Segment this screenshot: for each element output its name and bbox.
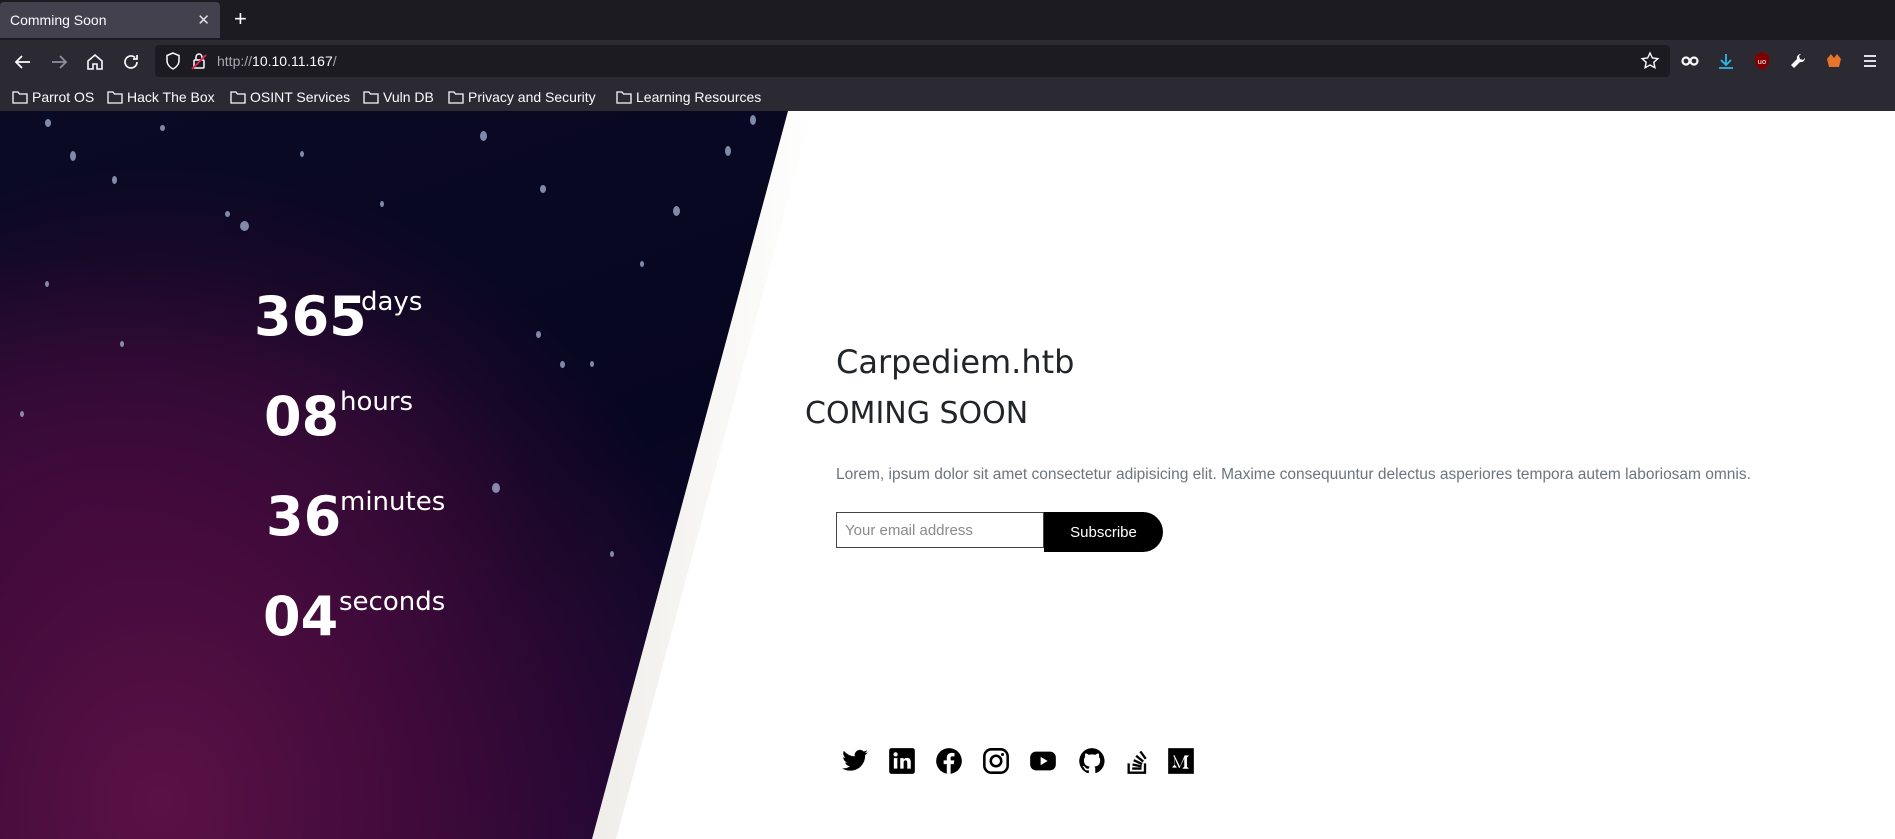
folder-icon (363, 91, 379, 104)
forward-arrow-icon[interactable] (49, 52, 69, 72)
description-text: Lorem, ipsum dolor sit amet consectetur … (836, 466, 1751, 483)
tab-title: Comming Soon (10, 12, 107, 28)
new-tab-button[interactable]: + (234, 6, 247, 32)
browser-tab[interactable]: Comming Soon ✕ (0, 2, 220, 38)
back-arrow-icon[interactable] (13, 52, 33, 72)
folder-icon (12, 91, 28, 104)
mask-extension-icon[interactable] (1680, 51, 1700, 71)
folder-icon (230, 91, 246, 104)
countdown-seconds-value: 04 (263, 585, 339, 648)
bookmark-label: Parrot OS (32, 89, 95, 105)
countdown-seconds-label: seconds (339, 587, 446, 617)
twitter-icon[interactable] (841, 747, 869, 775)
reload-icon[interactable] (121, 52, 141, 72)
svg-text:uo: uo (1758, 58, 1767, 66)
page-content: 365 days 08 hours 36 minutes 04 seconds … (0, 111, 1895, 839)
countdown-hours-label: hours (340, 387, 414, 417)
tab-bar: Comming Soon ✕ + (0, 0, 1895, 40)
bookmarks-toolbar: Parrot OS Hack The Box OSINT Services Vu… (0, 82, 1895, 112)
shield-icon[interactable] (165, 52, 181, 70)
hamburger-menu-icon[interactable] (1860, 51, 1880, 71)
url-path: / (332, 53, 337, 69)
countdown-background-panel (0, 111, 788, 839)
subscribe-button[interactable]: Subscribe (1044, 512, 1163, 552)
bookmark-label: Hack The Box (127, 89, 215, 105)
bookmark-label: Vuln DB (383, 89, 434, 105)
github-icon[interactable] (1078, 747, 1106, 775)
bookmark-star-icon[interactable] (1640, 51, 1660, 71)
bookmark-folder-parrot-os[interactable]: Parrot OS (12, 88, 94, 106)
linkedin-icon[interactable] (888, 747, 916, 775)
countdown-days-label: days (361, 287, 423, 317)
foxyproxy-icon[interactable] (1824, 51, 1844, 71)
countdown-days-value: 365 (254, 285, 367, 348)
folder-icon (448, 91, 464, 104)
navigation-toolbar: http://10.10.11.167/ uo (0, 40, 1895, 82)
bookmark-folder-vuln-db[interactable]: Vuln DB (363, 88, 434, 106)
bookmark-label: OSINT Services (250, 89, 351, 105)
wrench-icon[interactable] (1788, 51, 1808, 71)
insecure-lock-icon[interactable] (191, 52, 207, 70)
url-text[interactable]: http://10.10.11.167/ (217, 53, 337, 69)
folder-icon (616, 91, 632, 104)
url-host: 10.10.11.167 (252, 53, 333, 69)
bookmark-folder-osint-services[interactable]: OSINT Services (230, 88, 350, 106)
url-bar[interactable]: http://10.10.11.167/ (155, 45, 1670, 77)
bookmark-folder-hack-the-box[interactable]: Hack The Box (107, 88, 215, 106)
bookmark-folder-learning-resources[interactable]: Learning Resources (616, 88, 761, 106)
stackoverflow-icon[interactable] (1124, 747, 1152, 775)
bookmark-folder-privacy-and-security[interactable]: Privacy and Security (448, 88, 596, 106)
instagram-icon[interactable] (982, 747, 1010, 775)
countdown-minutes-value: 36 (266, 485, 342, 548)
folder-icon (107, 91, 123, 104)
facebook-icon[interactable] (935, 747, 963, 775)
site-title: Carpediem.htb (836, 343, 1075, 381)
medium-icon[interactable] (1167, 747, 1195, 775)
bookmark-label: Learning Resources (636, 89, 762, 105)
countdown-minutes-label: minutes (340, 487, 446, 517)
url-scheme: http:// (217, 53, 253, 69)
email-input[interactable] (836, 512, 1044, 548)
bookmark-label: Privacy and Security (468, 89, 596, 105)
youtube-icon[interactable] (1029, 747, 1057, 775)
ublock-icon[interactable]: uo (1752, 51, 1772, 71)
downloads-icon[interactable] (1716, 51, 1736, 71)
coming-soon-heading: COMING SOON (805, 396, 1029, 431)
close-tab-icon[interactable]: ✕ (197, 11, 210, 29)
home-icon[interactable] (85, 52, 105, 72)
countdown-hours-value: 08 (264, 385, 340, 448)
